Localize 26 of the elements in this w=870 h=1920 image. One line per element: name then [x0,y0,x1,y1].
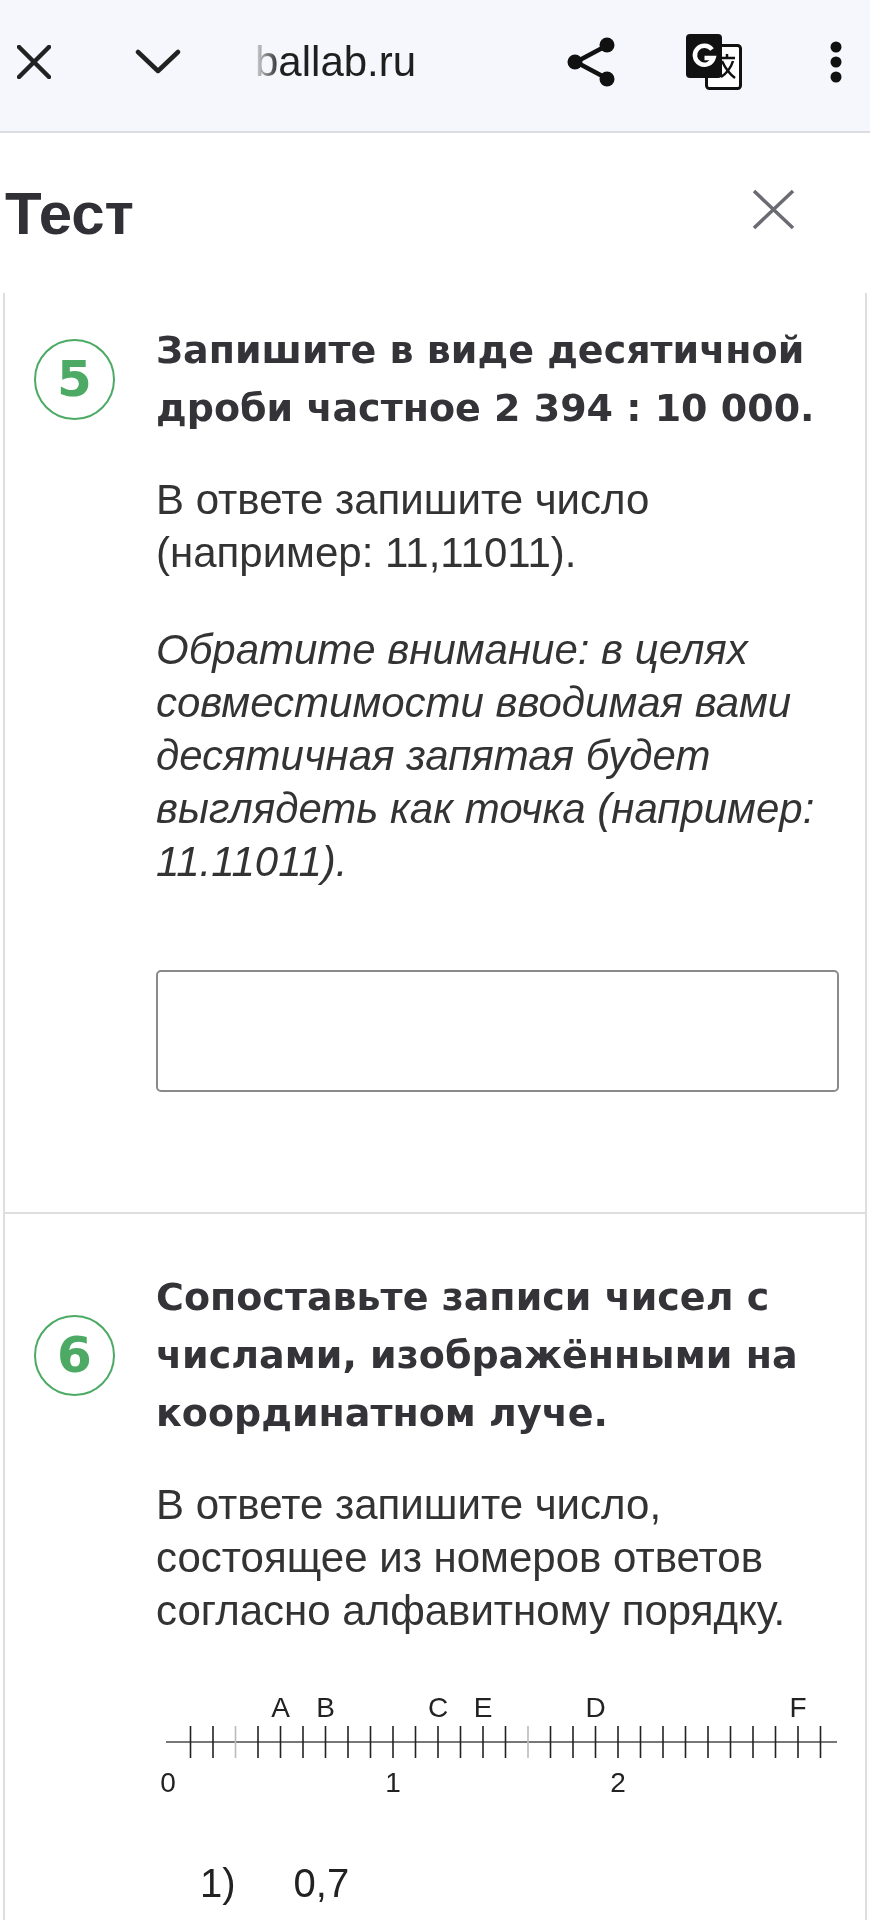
point-label: F [789,1692,807,1723]
scale-label: 2 [610,1767,626,1798]
share-icon[interactable] [567,36,615,87]
address-text[interactable]: ballab.ru [255,37,417,86]
translate-icon[interactable] [685,33,742,90]
question-number: 6 [34,1314,115,1396]
scale-label: 0 [160,1767,176,1798]
point-label: A [271,1692,290,1723]
more-icon[interactable] [830,40,842,83]
page-title: Тест [5,178,134,248]
close-icon[interactable] [17,44,51,79]
point-label: D [585,1692,606,1723]
note-text: Обратите внимание: в целях совместимости вводимая вами десятичная запятая будет выглядеть как точка (например: 11.11011). [156,625,816,887]
option-value: 0,7 [293,1860,350,1906]
question-title: Запишите в виде десятичной дроби частное 2 394 : 10 000. [156,327,816,432]
point-label: E [473,1692,493,1723]
scale-label: 1 [385,1767,401,1798]
answer-field[interactable] [156,970,839,1092]
instruction-text: В ответе запишите число, состоящее из номеров ответов согласно алфавитному порядку. [156,1480,787,1636]
question-title: Сопоставьте записи чисел с числами, изображёнными на координатном луче. [156,1274,799,1437]
question-number: 5 [34,338,115,420]
point-label: C [427,1692,449,1723]
instruction-text: В ответе запишите число (например: 11,11011). [156,475,651,578]
chevron-down-icon[interactable] [135,48,181,75]
point-label: B [316,1692,335,1723]
option-number: 1) [200,1860,236,1906]
